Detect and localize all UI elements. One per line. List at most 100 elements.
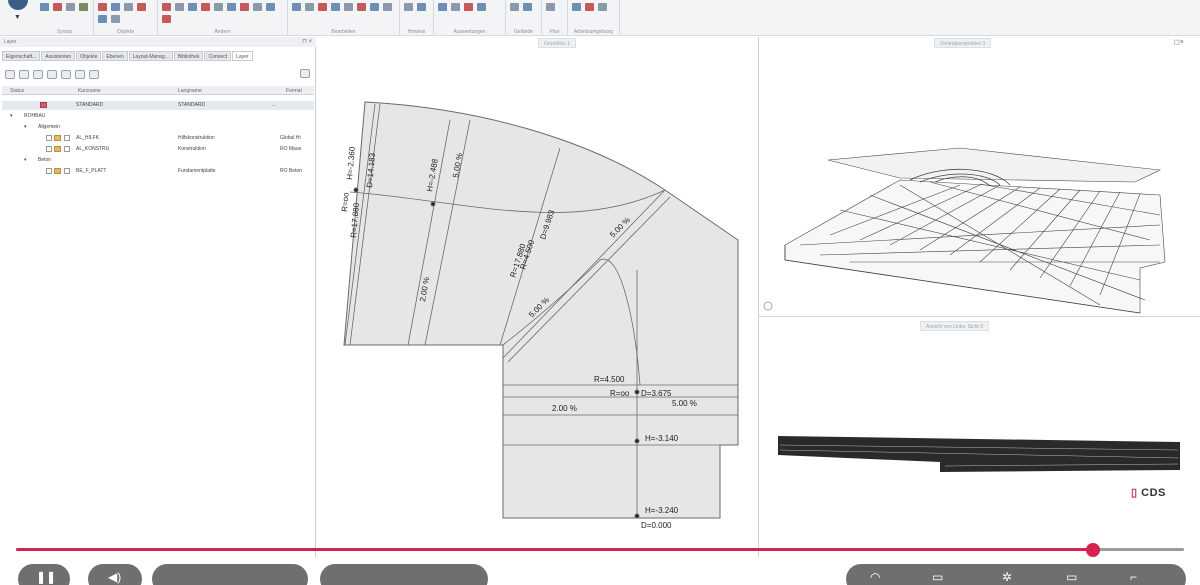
- tool-icon[interactable]: [523, 3, 532, 11]
- table-row[interactable]: BE_F_PLATT Fundamentplatte RO Beton: [2, 167, 314, 176]
- tool-icon[interactable]: [201, 3, 210, 11]
- col-format[interactable]: Format: [286, 88, 302, 94]
- time-display[interactable]: [152, 564, 308, 585]
- tool-icon[interactable]: [40, 3, 49, 11]
- tool-icon[interactable]: [227, 3, 236, 11]
- tab-layout-manager[interactable]: Layout-Manag...: [128, 51, 173, 61]
- tool-icon[interactable]: [357, 3, 366, 11]
- tool-icon[interactable]: [370, 3, 379, 11]
- tool-icon[interactable]: [344, 3, 353, 11]
- tool-icon[interactable]: [598, 3, 607, 11]
- tool-icon[interactable]: [404, 3, 413, 11]
- tool-icon[interactable]: [253, 3, 262, 11]
- tab-objekte[interactable]: Objekte: [76, 51, 102, 61]
- play-pause-button[interactable]: ❚❚: [18, 564, 70, 585]
- tool-icon[interactable]: [111, 15, 120, 23]
- tool-icon[interactable]: [477, 3, 486, 11]
- window-controls-icon[interactable]: ◻×: [1174, 38, 1184, 46]
- tool-icon[interactable]: [572, 3, 581, 11]
- chapter-display[interactable]: [320, 564, 488, 585]
- expand-icon[interactable]: ▾: [24, 157, 27, 163]
- miniplayer-icon[interactable]: ▭: [1066, 570, 1077, 584]
- table-row[interactable]: ▾ Allgemein: [2, 123, 314, 132]
- tool-icon[interactable]: [53, 3, 62, 11]
- viewport-title-section[interactable]: Ansicht von Links: Sicht 3: [920, 321, 989, 331]
- progress-scrubber[interactable]: [1086, 543, 1100, 557]
- viewport-divider-vertical[interactable]: [758, 37, 759, 557]
- tool-icon[interactable]: [383, 3, 392, 11]
- layer-edit-icon[interactable]: [19, 69, 29, 79]
- ribbon-toolbar: ▼ Syntax Objekte Ändern Bearbeiten Hinwe…: [0, 0, 1200, 36]
- pin-icon[interactable]: ⊓ ×: [302, 38, 312, 45]
- tool-icon[interactable]: [137, 3, 146, 11]
- perspective-3d-mesh[interactable]: [760, 48, 1198, 314]
- settings-icon[interactable]: ◠: [870, 570, 880, 584]
- table-row[interactable]: AL_HILFK Hilfskonstruktion Global Hi: [2, 134, 314, 143]
- tool-icon[interactable]: [318, 3, 327, 11]
- checkbox[interactable]: [64, 135, 70, 141]
- tool-icon[interactable]: [546, 3, 555, 11]
- tab-connect[interactable]: Connect: [204, 51, 232, 61]
- tab-ebenen[interactable]: Ebenen: [102, 51, 128, 61]
- col-status[interactable]: Status: [10, 88, 24, 94]
- tool-icon[interactable]: [451, 3, 460, 11]
- table-row[interactable]: STANDARD STANDARD ...: [2, 101, 314, 110]
- layer-settings-icon[interactable]: [89, 69, 99, 79]
- layer-print-icon[interactable]: [47, 69, 57, 79]
- label-h-3240: H=-3.240: [645, 506, 679, 515]
- fullscreen-icon[interactable]: ⌐: [1130, 570, 1137, 584]
- tab-layer[interactable]: Layer: [232, 51, 253, 61]
- tool-icon[interactable]: [98, 15, 107, 23]
- layer-visible-icon[interactable]: [5, 69, 15, 79]
- tool-icon[interactable]: [214, 3, 223, 11]
- tool-icon[interactable]: [266, 3, 275, 11]
- tool-icon[interactable]: [331, 3, 340, 11]
- layer-options-icon[interactable]: [300, 69, 310, 78]
- tool-icon[interactable]: [417, 3, 426, 11]
- tool-icon[interactable]: [510, 3, 519, 11]
- tool-icon[interactable]: [305, 3, 314, 11]
- table-row[interactable]: ▾ ROHBAU: [2, 112, 314, 121]
- checkbox[interactable]: [46, 135, 52, 141]
- app-menu-button[interactable]: ▼: [2, 0, 34, 30]
- layer-lock-icon[interactable]: [33, 69, 43, 79]
- tab-bibliothek[interactable]: Bibliothek: [173, 51, 204, 61]
- gear-icon[interactable]: ✲: [1002, 570, 1012, 584]
- tool-icon[interactable]: [240, 3, 249, 11]
- video-progress-bar[interactable]: [16, 543, 1184, 557]
- tool-icon[interactable]: [292, 3, 301, 11]
- tool-icon[interactable]: [438, 3, 447, 11]
- plan-drawing[interactable]: H=-2.360 D=14.183 R=oo R=17.880 H=-2.488…: [317, 37, 758, 557]
- section-view-mesh[interactable]: [760, 420, 1198, 490]
- tool-icon[interactable]: [188, 3, 197, 11]
- tool-icon[interactable]: [175, 3, 184, 11]
- subtitles-icon[interactable]: ▭: [932, 570, 943, 584]
- tool-icon[interactable]: [162, 15, 171, 23]
- volume-button[interactable]: ◀): [88, 564, 142, 585]
- tool-icon[interactable]: [111, 3, 120, 11]
- expand-icon[interactable]: ▾: [10, 113, 13, 119]
- tool-icon[interactable]: [79, 3, 88, 11]
- tool-icon[interactable]: [124, 3, 133, 11]
- layer-set-icon[interactable]: [61, 69, 71, 79]
- checkbox[interactable]: [64, 168, 70, 174]
- col-langname[interactable]: Langname: [178, 88, 202, 94]
- tool-icon[interactable]: [98, 3, 107, 11]
- table-row[interactable]: AL_KONSTRU Konstruktion RO Maue: [2, 145, 314, 154]
- tool-icon[interactable]: [162, 3, 171, 11]
- table-row[interactable]: ▾ Beton: [2, 156, 314, 165]
- col-kurzname[interactable]: Kurzname: [78, 88, 101, 94]
- viewport-corner-handle[interactable]: [763, 301, 773, 311]
- expand-icon[interactable]: ▾: [24, 124, 27, 130]
- tab-eigenschaften[interactable]: Eigenschaft...: [2, 51, 41, 61]
- checkbox[interactable]: [64, 146, 70, 152]
- tool-icon[interactable]: [464, 3, 473, 11]
- viewport-title-perspective[interactable]: Zentralperspektive 3: [934, 38, 992, 48]
- layer-filter-icon[interactable]: [75, 69, 85, 79]
- checkbox[interactable]: [46, 168, 52, 174]
- tool-icon[interactable]: [585, 3, 594, 11]
- checkbox[interactable]: [46, 146, 52, 152]
- tool-icon[interactable]: [66, 3, 75, 11]
- tab-assistenten[interactable]: Assistenten: [41, 51, 76, 61]
- viewport-divider-horizontal[interactable]: [759, 316, 1200, 317]
